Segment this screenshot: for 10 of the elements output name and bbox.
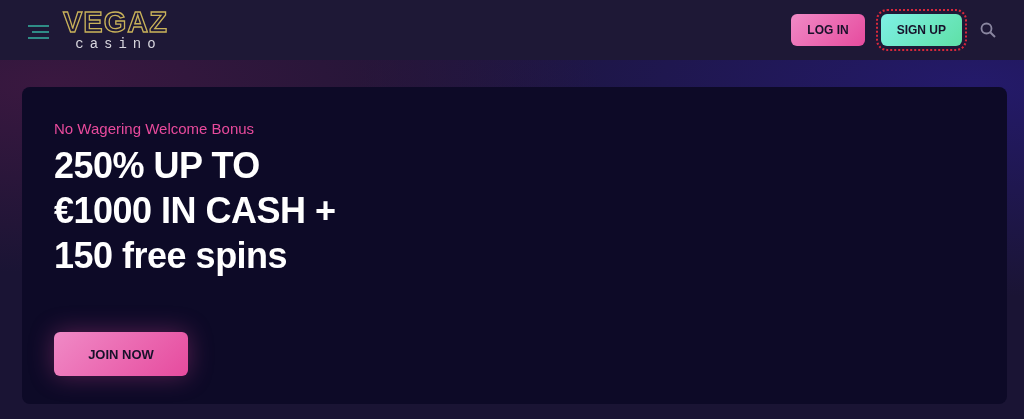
headline-line: €1000 IN CASH + — [54, 189, 336, 233]
logo-subtitle: casino — [75, 36, 162, 52]
headline-line: 150 free spins — [54, 234, 289, 278]
headline-line: 250% UP TO — [54, 144, 261, 188]
join-now-button[interactable]: JOIN NOW — [54, 332, 188, 376]
bonus-eyebrow: No Wagering Welcome Bonus — [54, 120, 255, 137]
search-icon[interactable] — [980, 22, 996, 38]
logo-title: VEGAZ — [63, 8, 168, 36]
menu-icon[interactable] — [28, 25, 49, 39]
log-in-button[interactable]: LOG IN — [791, 14, 865, 46]
